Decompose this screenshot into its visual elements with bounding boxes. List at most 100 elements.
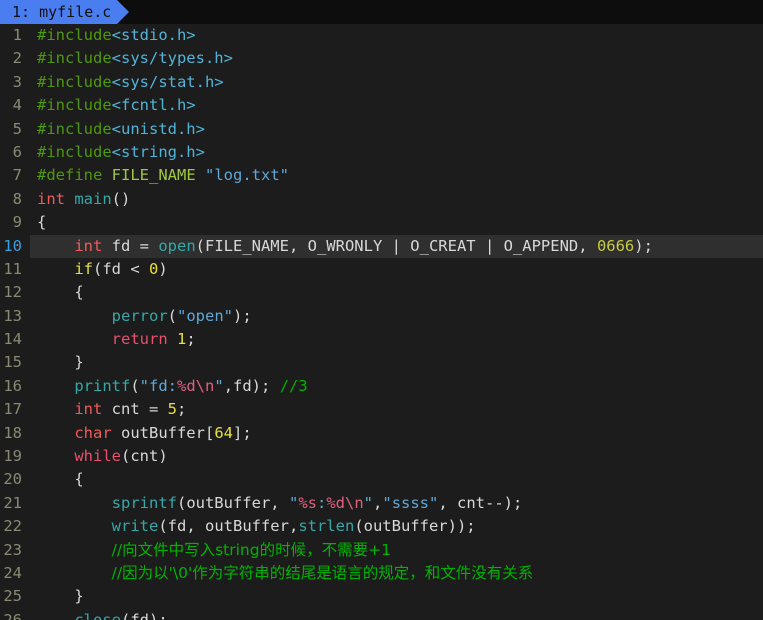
code-text[interactable]: int cnt = 5;	[30, 398, 763, 421]
line-number: 22	[3, 517, 22, 536]
code-line[interactable]: 18 char outBuffer[64];	[0, 422, 763, 445]
code-text[interactable]: if(fd < 0)	[30, 258, 763, 281]
code-token: %d	[326, 493, 345, 512]
code-text[interactable]: #include<unistd.h>	[30, 118, 763, 141]
code-token: #include	[37, 119, 112, 138]
line-number: 11	[3, 259, 22, 278]
code-text[interactable]: }	[30, 351, 763, 374]
code-token: (fd);	[121, 610, 168, 620]
code-token: #include	[37, 49, 112, 68]
code-token: 64	[214, 423, 233, 442]
code-token: )	[158, 259, 168, 278]
code-text[interactable]: while(cnt)	[30, 445, 763, 468]
code-token: (outBuffer));	[354, 517, 476, 536]
code-token: {	[37, 213, 47, 232]
code-token: //3	[279, 376, 308, 395]
code-token: {	[37, 283, 84, 302]
code-line[interactable]: 5 #include<unistd.h>	[0, 118, 763, 141]
line-number: 19	[3, 447, 22, 466]
code-line[interactable]: 15 }	[0, 351, 763, 374]
line-number: 17	[3, 400, 22, 419]
code-text[interactable]: {	[30, 281, 763, 304]
code-line[interactable]: 7 #define FILE_NAME "log.txt"	[0, 164, 763, 187]
code-line[interactable]: 9{	[0, 211, 763, 234]
code-text[interactable]: #include<sys/types.h>	[30, 47, 763, 70]
code-token: int	[74, 236, 103, 255]
code-text[interactable]: sprintf(outBuffer, "%s:%d\n","ssss", cnt…	[30, 492, 763, 515]
code-token: %d	[177, 376, 196, 395]
code-line[interactable]: 13 perror("open");	[0, 305, 763, 328]
code-token: fd =	[102, 236, 159, 255]
code-line[interactable]: 12 {	[0, 281, 763, 304]
code-text[interactable]: #include<stdio.h>	[30, 24, 763, 47]
code-line-current[interactable]: 10 int fd = open(FILE_NAME, O_WRONLY | O…	[0, 234, 763, 258]
tab-label: 1: myfile.c	[12, 3, 112, 21]
line-number: 8	[12, 189, 22, 208]
code-text[interactable]: #include<fcntl.h>	[30, 94, 763, 117]
code-token: "	[214, 376, 224, 395]
code-token: ()	[111, 189, 131, 208]
code-line[interactable]: 1 #include<stdio.h>	[0, 24, 763, 47]
code-token: printf	[74, 376, 131, 395]
code-token: strlen	[298, 517, 355, 536]
editor-tab-myfile-c[interactable]: 1: myfile.c	[0, 0, 130, 24]
code-text[interactable]: int fd = open(FILE_NAME, O_WRONLY | O_CR…	[30, 235, 763, 258]
code-token: sprintf	[111, 493, 177, 512]
code-token: //向文件中写入string的时候，不需要+1	[111, 540, 391, 559]
code-line[interactable]: 26 close(fd);	[0, 609, 763, 620]
code-text[interactable]: #include<string.h>	[30, 141, 763, 164]
code-line[interactable]: 25 }	[0, 585, 763, 608]
code-text[interactable]: write(fd, outBuffer,strlen(outBuffer));	[30, 515, 763, 538]
code-line[interactable]: 22 write(fd, outBuffer,strlen(outBuffer)…	[0, 515, 763, 538]
code-text[interactable]: char outBuffer[64];	[30, 422, 763, 445]
code-line[interactable]: 2 #include<sys/types.h>	[0, 47, 763, 70]
code-token: return	[111, 330, 168, 349]
code-text[interactable]: {	[30, 211, 763, 234]
code-text[interactable]: return 1;	[30, 328, 763, 351]
code-text[interactable]: #define FILE_NAME "log.txt"	[30, 164, 763, 187]
code-token: #include	[37, 96, 112, 115]
code-line[interactable]: 20 {	[0, 468, 763, 491]
code-editor[interactable]: 1 #include<stdio.h> 2 #include<sys/types.h>…	[0, 24, 763, 620]
code-line[interactable]: 16 printf("fd:%d\n",fd); //3	[0, 375, 763, 398]
code-line[interactable]: 24 //因为以'\0'作为字符串的结尾是语言的规定，和文件没有关系	[0, 562, 763, 585]
code-line[interactable]: 17 int cnt = 5;	[0, 398, 763, 421]
code-line[interactable]: 6 #include<string.h>	[0, 141, 763, 164]
code-token: \n	[345, 493, 364, 512]
code-token: "ssss"	[382, 493, 439, 512]
line-number: 9	[12, 213, 22, 232]
code-line[interactable]: 3 #include<sys/stat.h>	[0, 71, 763, 94]
code-line[interactable]: 11 if(fd < 0)	[0, 258, 763, 281]
code-text[interactable]: //因为以'\0'作为字符串的结尾是语言的规定，和文件没有关系	[30, 562, 763, 585]
code-text[interactable]: }	[30, 585, 763, 608]
line-number: 12	[3, 283, 22, 302]
code-token: %s	[298, 493, 317, 512]
code-token: open	[158, 236, 196, 255]
code-text[interactable]: int main()	[30, 188, 763, 211]
code-text[interactable]: //向文件中写入string的时候，不需要+1	[30, 539, 763, 562]
code-token: ];	[232, 423, 252, 442]
code-line[interactable]: 23 //向文件中写入string的时候，不需要+1	[0, 539, 763, 562]
code-token: 5	[167, 400, 177, 419]
code-text[interactable]: #include<sys/stat.h>	[30, 71, 763, 94]
code-text[interactable]: printf("fd:%d\n",fd); //3	[30, 375, 763, 398]
line-number: 4	[12, 96, 22, 115]
code-token: #define	[37, 166, 103, 185]
code-text[interactable]: perror("open");	[30, 305, 763, 328]
code-line[interactable]: 4 #include<fcntl.h>	[0, 94, 763, 117]
code-text[interactable]: close(fd);	[30, 609, 763, 620]
code-token: (FILE_NAME, O_WRONLY | O_CREAT | O_APPEN…	[195, 236, 597, 255]
code-line[interactable]: 21 sprintf(outBuffer, "%s:%d\n","ssss", …	[0, 492, 763, 515]
code-line[interactable]: 14 return 1;	[0, 328, 763, 351]
code-token: ,	[373, 493, 383, 512]
line-number: 24	[3, 563, 22, 582]
line-number: 21	[3, 493, 22, 512]
code-line[interactable]: 8 int main()	[0, 188, 763, 211]
code-text[interactable]: {	[30, 468, 763, 491]
code-line[interactable]: 19 while(cnt)	[0, 445, 763, 468]
